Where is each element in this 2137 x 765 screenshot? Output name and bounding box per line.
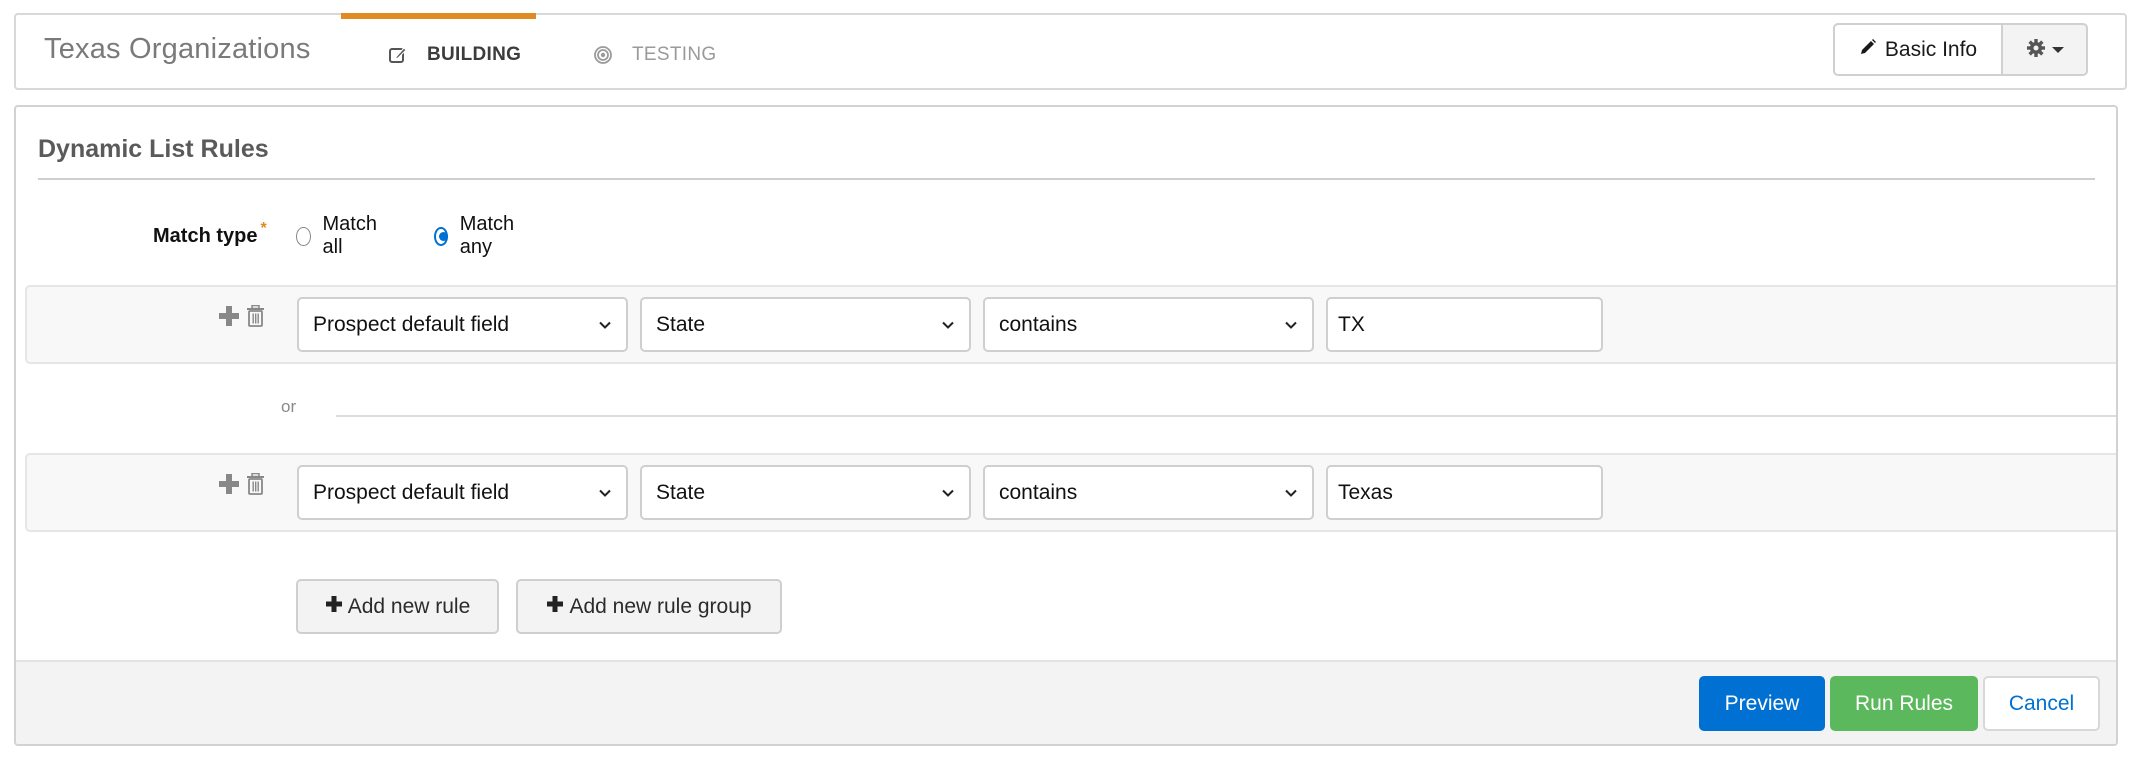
match-any-option[interactable]: Match any — [434, 213, 519, 258]
value-text: TX — [1338, 312, 1365, 336]
basic-info-button[interactable]: Basic Info — [1833, 23, 2003, 76]
tab-building[interactable]: BUILDING — [341, 13, 536, 90]
match-all-radio[interactable] — [296, 226, 311, 246]
rule-row: Prospect default field State contains Te… — [25, 453, 2116, 532]
panel-footer: Preview Run Rules Cancel — [16, 660, 2116, 744]
operator-value: contains — [999, 480, 1078, 504]
value-text: Texas — [1338, 480, 1393, 504]
match-any-radio[interactable] — [434, 226, 448, 246]
page-header: Texas Organizations BUILDING TESTING Bas… — [14, 13, 2127, 90]
pencil-icon — [1859, 38, 1877, 62]
basic-info-label: Basic Info — [1884, 37, 1978, 61]
operator-value: contains — [999, 312, 1078, 336]
list-title: Texas Organizations — [44, 33, 311, 65]
cancel-button[interactable]: Cancel — [1983, 676, 2100, 731]
tab-testing[interactable]: TESTING — [576, 13, 736, 90]
field-type-value: Prospect default field — [313, 312, 510, 336]
rule-actions — [218, 305, 265, 327]
field-type-select[interactable]: Prospect default field — [297, 465, 628, 520]
operator-select[interactable]: contains — [983, 465, 1314, 520]
field-type-value: Prospect default field — [313, 480, 510, 504]
chevron-down-icon — [941, 486, 955, 500]
match-all-option[interactable]: Match all — [296, 213, 381, 258]
add-new-rule-button[interactable]: Add new rule — [296, 579, 499, 634]
title-divider — [38, 178, 2095, 180]
chevron-down-icon — [1284, 486, 1298, 500]
dynamic-list-rules-panel: Dynamic List Rules Match type * Match all… — [14, 105, 2118, 746]
edit-icon — [387, 44, 409, 66]
chevron-down-icon — [941, 318, 955, 332]
or-label: or — [281, 397, 297, 416]
chevron-down-icon — [598, 486, 612, 500]
add-new-rule-group-button[interactable]: Add new rule group — [516, 579, 782, 634]
or-separator: or — [16, 395, 2116, 425]
settings-dropdown-button[interactable] — [2003, 23, 2088, 76]
panel-title: Dynamic List Rules — [38, 135, 269, 163]
field-select[interactable]: State — [640, 297, 971, 352]
plus-icon — [546, 595, 564, 619]
field-type-select[interactable]: Prospect default field — [297, 297, 628, 352]
chevron-down-icon — [1284, 318, 1298, 332]
target-icon — [592, 44, 614, 66]
chevron-down-icon — [598, 318, 612, 332]
gear-icon — [2026, 38, 2046, 62]
tab-testing-label: TESTING — [632, 43, 717, 65]
match-type-label-text: Match type — [153, 225, 258, 247]
value-input[interactable]: TX — [1326, 297, 1603, 352]
operator-select[interactable]: contains — [983, 297, 1314, 352]
or-divider-line — [336, 415, 2116, 417]
add-condition-icon[interactable] — [218, 305, 240, 327]
tab-building-label: BUILDING — [427, 43, 522, 65]
field-value: State — [656, 480, 706, 504]
value-input[interactable]: Texas — [1326, 465, 1603, 520]
plus-icon — [325, 595, 343, 619]
header-actions: Basic Info — [1833, 23, 2088, 76]
field-select[interactable]: State — [640, 465, 971, 520]
match-all-label: Match all — [322, 213, 377, 258]
run-rules-button[interactable]: Run Rules — [1830, 676, 1978, 731]
required-marker: * — [260, 220, 267, 237]
rule-row: Prospect default field State contains TX — [25, 285, 2116, 364]
add-new-rule-group-label: Add new rule group — [569, 594, 752, 618]
match-type-label: Match type * — [153, 219, 267, 255]
caret-down-icon — [2051, 46, 2064, 53]
preview-button[interactable]: Preview — [1699, 676, 1825, 731]
trash-icon[interactable] — [246, 473, 265, 495]
field-value: State — [656, 312, 706, 336]
trash-icon[interactable] — [246, 305, 265, 327]
rule-actions — [218, 473, 265, 495]
add-condition-icon[interactable] — [218, 473, 240, 495]
match-any-label: Match any — [459, 213, 515, 258]
add-new-rule-label: Add new rule — [347, 594, 471, 618]
